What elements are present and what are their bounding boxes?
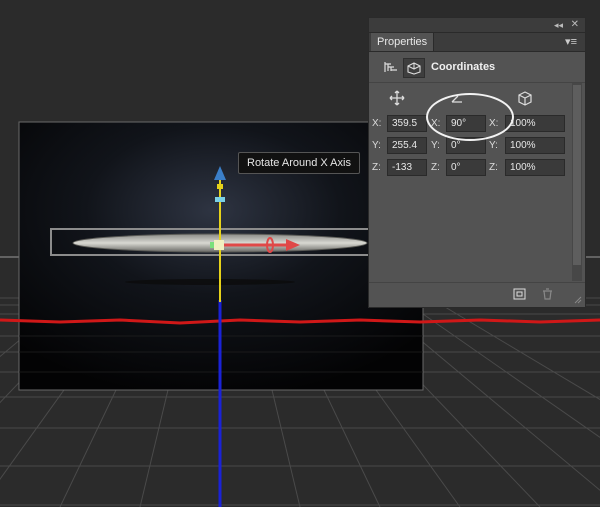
pos-y-label: Y: (372, 140, 381, 151)
rot-y-field[interactable]: 0° (446, 137, 486, 154)
scale-z-field[interactable]: 100% (505, 159, 565, 176)
rotate-axis-tooltip: Rotate Around X Axis (238, 152, 360, 174)
rotate-icon (447, 89, 467, 107)
pos-x-label: X: (372, 118, 382, 129)
mesh-icon[interactable] (381, 58, 401, 76)
collapse-icon[interactable]: ◂◂ (554, 18, 563, 32)
coordinates-icon[interactable] (403, 58, 425, 78)
panel-tabbar: Properties ▾≡ (369, 33, 585, 52)
panel-footer (369, 282, 585, 307)
tab-properties[interactable]: Properties (371, 33, 435, 51)
panel-scrollbar[interactable] (572, 83, 582, 281)
coord-row-x: X: 359.5 X: 90° X: 100% (369, 115, 585, 133)
coordinates-body: X: 359.5 X: 90° X: 100% Y: 255.4 Y: 0° Y… (369, 83, 585, 281)
rot-x-field[interactable]: 90° (446, 115, 486, 132)
rot-y-label: Y: (431, 140, 440, 151)
rot-z-label: Z: (431, 162, 440, 173)
scale-y-field[interactable]: 100% (505, 137, 565, 154)
gizmo-center (214, 240, 224, 250)
scale-x-field[interactable]: 100% (505, 115, 565, 132)
rot-x-label: X: (431, 118, 441, 129)
properties-panel: ◂◂ ✕ Properties ▾≡ Coordinates X: 359.5 … (368, 17, 586, 308)
move-icon (387, 89, 407, 107)
rot-z-field[interactable]: 0° (446, 159, 486, 176)
panel-header-title: Coordinates (431, 61, 496, 73)
coord-row-z: Z: -133 Z: 0° Z: 100% (369, 159, 585, 177)
scrollbar-thumb[interactable] (573, 85, 581, 265)
trash-icon[interactable] (539, 287, 555, 301)
resize-grip-icon[interactable] (574, 296, 582, 304)
scale-y-label: Y: (489, 140, 498, 151)
close-icon[interactable]: ✕ (571, 18, 579, 32)
reset-coordinates-icon[interactable] (511, 287, 527, 301)
pos-x-field[interactable]: 359.5 (387, 115, 427, 132)
panel-topbar: ◂◂ ✕ (369, 18, 585, 33)
pos-z-label: Z: (372, 162, 381, 173)
pos-z-field[interactable]: -133 (387, 159, 427, 176)
coord-row-y: Y: 255.4 Y: 0° Y: 100% (369, 137, 585, 155)
panel-header: Coordinates (369, 52, 585, 83)
scale-icon (515, 89, 535, 107)
pos-y-field[interactable]: 255.4 (387, 137, 427, 154)
panel-menu-icon[interactable]: ▾≡ (565, 35, 577, 49)
scale-x-label: X: (489, 118, 499, 129)
scale-z-label: Z: (489, 162, 498, 173)
